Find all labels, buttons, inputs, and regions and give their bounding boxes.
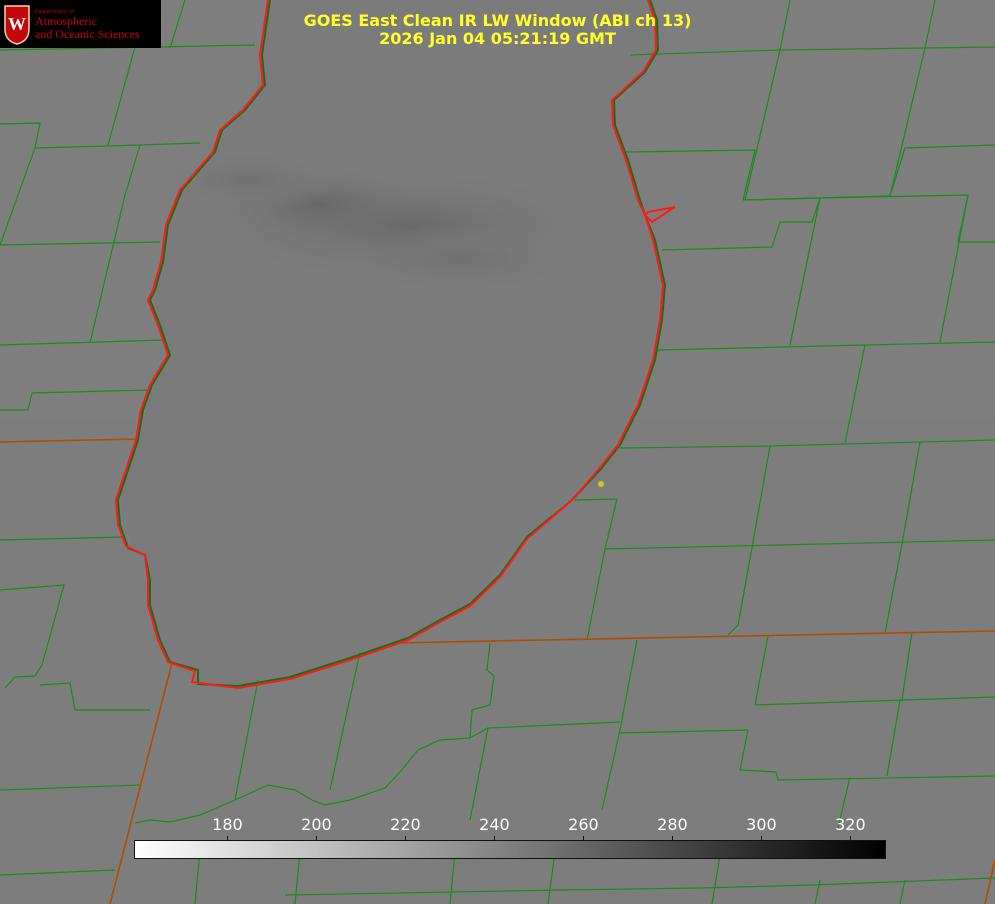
- colorbar-tick: [494, 836, 496, 841]
- colorbar-tick: [227, 836, 229, 841]
- colorbar: [134, 840, 886, 859]
- colorbar-tick-label: 220: [390, 815, 421, 834]
- colorbar-tick-label: 300: [746, 815, 777, 834]
- colorbar-tick: [761, 836, 763, 841]
- image-title: GOES East Clean IR LW Window (ABI ch 13)…: [0, 12, 995, 48]
- satellite-map: [0, 0, 995, 904]
- colorbar-tick-label: 260: [568, 815, 599, 834]
- colorbar-tick: [850, 836, 852, 841]
- colorbar-tick-label: 320: [835, 815, 866, 834]
- colorbar-labels: 180 200 220 240 260 280 300 320: [0, 815, 995, 835]
- colorbar-tick: [316, 836, 318, 841]
- map-view[interactable]: W Department of Atmospheric and Oceanic …: [0, 0, 995, 904]
- colorbar-tick-label: 200: [301, 815, 332, 834]
- colorbar-tick: [583, 836, 585, 841]
- colorbar-tick: [405, 836, 407, 841]
- title-line2: 2026 Jan 04 05:21:19 GMT: [379, 29, 616, 48]
- colorbar-tick-label: 180: [212, 815, 243, 834]
- colorbar-tick-label: 280: [657, 815, 688, 834]
- title-line1: GOES East Clean IR LW Window (ABI ch 13): [303, 11, 692, 30]
- colorbar-tick-label: 240: [479, 815, 510, 834]
- station-marker: [598, 481, 604, 487]
- colorbar-tick: [672, 836, 674, 841]
